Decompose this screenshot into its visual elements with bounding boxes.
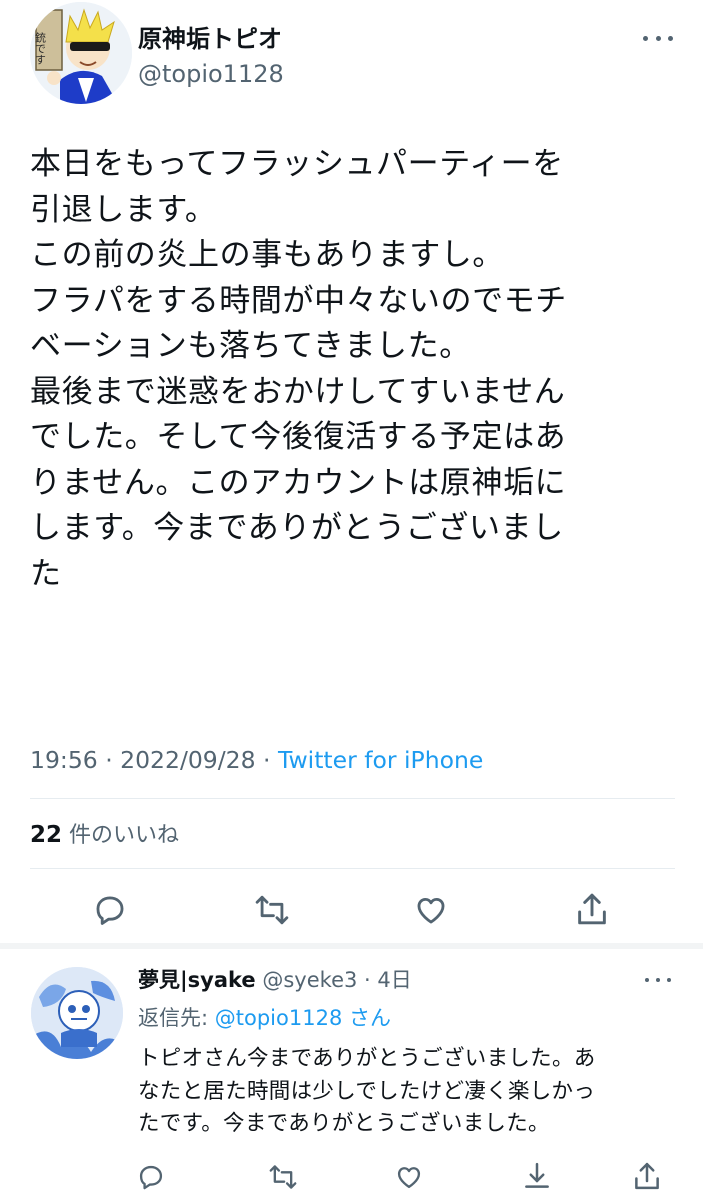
reply-author-handle[interactable]: @syeke3 · 4日 <box>256 968 411 992</box>
reply-icon[interactable] <box>90 890 130 930</box>
likes-number: 22 <box>30 822 63 848</box>
replying-to-prefix: 返信先: <box>138 1006 215 1030</box>
divider <box>30 798 675 799</box>
reply-text-line: トピオさん今までありがとうございました。あ <box>138 1046 596 1071</box>
tweet-timestamp: 19:56 · 2022/09/28 · <box>30 746 278 774</box>
tweet-text-line: します。今までありがとうございまし <box>30 510 564 546</box>
retweet-icon[interactable] <box>252 890 292 930</box>
tweet-text-line: りません。このアカウントは原神垢に <box>30 464 567 501</box>
reply-reply-icon[interactable] <box>134 1160 168 1194</box>
reply-text-line: なたと居た時間は少しでしたけど凄く楽しかっ <box>138 1078 596 1104</box>
reply-more-options-icon[interactable] <box>645 970 671 990</box>
reply-retweet-icon[interactable] <box>265 1160 301 1194</box>
more-options-icon[interactable] <box>643 26 673 50</box>
like-icon[interactable] <box>411 890 451 930</box>
share-icon[interactable] <box>572 888 612 930</box>
reply-author-name[interactable]: 夢見|syake <box>138 968 256 992</box>
reply-author-avatar[interactable] <box>31 967 123 1059</box>
tweet-text-line: た <box>30 555 62 592</box>
tweet-text-line: 最後まで迷惑をおかけしてすいません <box>30 373 566 410</box>
reply-download-icon[interactable] <box>520 1158 554 1194</box>
tweet-text-line: この前の炎上の事もありますし。 <box>30 237 504 273</box>
replying-to-link[interactable]: @topio1128 さん <box>215 1006 391 1030</box>
tweet-text: 本日をもってフラッシュパーティーを 引退します。 この前の炎上の事もありますし。… <box>30 142 680 597</box>
likes-count[interactable]: 22 件のいいね <box>30 820 179 851</box>
reply-text: トピオさん今までありがとうございました。あ なたと居た時間は少しでしたけど凄く楽… <box>138 1043 683 1141</box>
tweet-text-line: ベーションも落ちてきました。 <box>30 328 471 364</box>
reply-like-icon[interactable] <box>392 1160 426 1194</box>
avatar-sign-text: 銃です <box>34 31 47 65</box>
author-name[interactable]: 原神垢トピオ <box>138 24 282 54</box>
tweet-meta: 19:56 · 2022/09/28 · Twitter for iPhone <box>30 744 483 776</box>
divider <box>30 868 675 869</box>
tweet-text-line: でした。そして今後復活する予定はあ <box>30 419 567 455</box>
likes-label: 件のいいね <box>62 823 180 848</box>
replying-to: 返信先: @topio1128 さん <box>138 1004 391 1032</box>
tweet-text-line: フラパをする時間が中々ないのでモチ <box>30 282 567 319</box>
reply-share-icon[interactable] <box>630 1158 664 1194</box>
main-tweet: 銃です 原神垢トピオ @topio1128 本日をもってフラッシュパーティーを … <box>0 0 703 948</box>
tweet-source-link[interactable]: Twitter for iPhone <box>278 746 483 774</box>
reply-text-line: たです。今までありがとうございました。 <box>138 1111 550 1136</box>
reply-header: 夢見|syake @syeke3 · 4日 <box>138 966 412 994</box>
tweet-text-line: 本日をもってフラッシュパーティーを <box>30 146 564 182</box>
author-avatar[interactable]: 銃です <box>30 2 132 104</box>
tweet-text-line: 引退します。 <box>30 191 217 228</box>
author-handle[interactable]: @topio1128 <box>138 59 284 89</box>
section-divider <box>0 943 703 949</box>
